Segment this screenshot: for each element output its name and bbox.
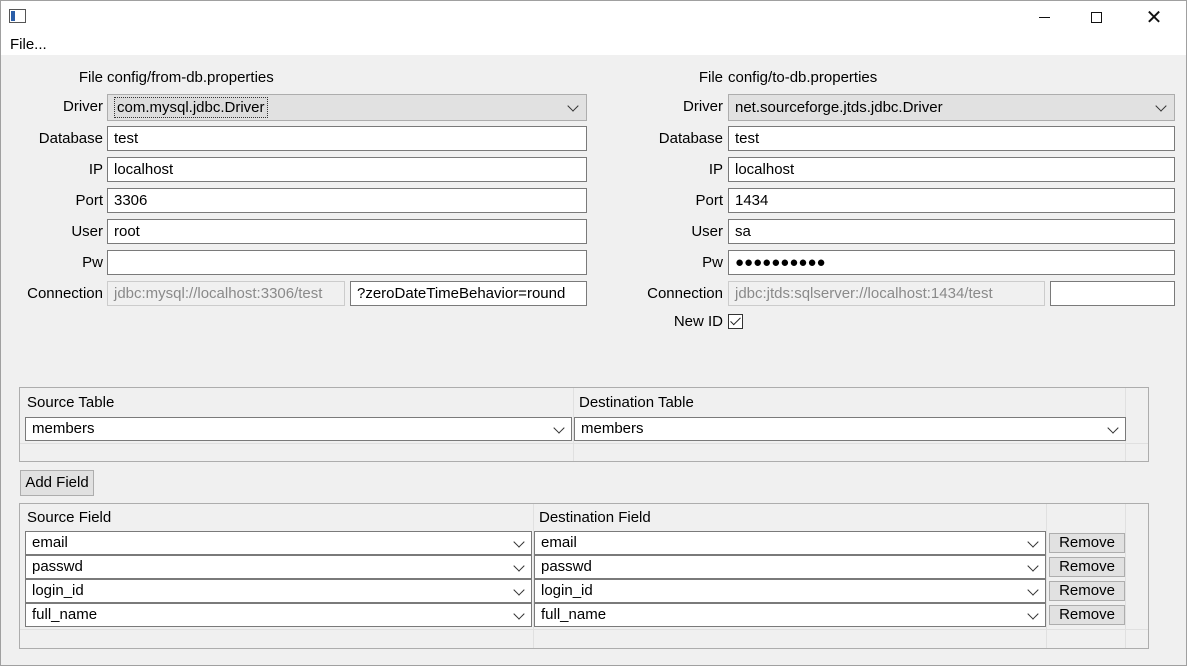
source-field-header: Source Field: [27, 509, 112, 526]
source-table-value: members: [32, 420, 95, 437]
chevron-down-icon: [1107, 422, 1119, 434]
grid-line: [20, 443, 1148, 444]
from-file-label: File: [78, 69, 103, 86]
window-icon: [9, 9, 26, 23]
add-field-button[interactable]: Add Field: [20, 470, 94, 496]
destination-field-value: login_id: [541, 582, 593, 599]
chevron-down-icon: [1027, 608, 1039, 620]
minimize-button[interactable]: [1021, 1, 1067, 33]
chevron-down-icon: [1027, 560, 1039, 572]
minimize-icon: [1038, 16, 1050, 18]
from-pw-input[interactable]: [107, 250, 587, 275]
to-file-label: File: [698, 69, 723, 86]
maximize-icon: [1090, 11, 1102, 23]
from-user-input[interactable]: root: [107, 219, 587, 244]
to-user-label: User: [691, 223, 723, 240]
destination-table-select[interactable]: members: [574, 417, 1126, 441]
source-table-header: Source Table: [27, 394, 115, 411]
from-database-input[interactable]: test: [107, 126, 587, 151]
menu-bar: File...: [1, 33, 1186, 55]
chevron-down-icon: [513, 560, 525, 572]
destination-field-value: full_name: [541, 606, 607, 623]
close-button[interactable]: ✕: [1131, 1, 1177, 33]
grid-line: [1046, 504, 1047, 648]
from-database-label: Database: [38, 130, 103, 147]
destination-table-value: members: [581, 420, 644, 437]
source-field-select[interactable]: passwd: [25, 555, 532, 579]
to-port-input[interactable]: 1434: [728, 188, 1175, 213]
chevron-down-icon: [567, 100, 579, 112]
chevron-down-icon: [1027, 584, 1039, 596]
to-driver-label: Driver: [683, 98, 723, 115]
remove-button[interactable]: Remove: [1049, 557, 1125, 577]
destination-field-select[interactable]: passwd: [534, 555, 1046, 579]
source-field-select[interactable]: login_id: [25, 579, 532, 603]
from-driver-value: com.mysql.jdbc.Driver: [114, 97, 268, 118]
to-ip-input[interactable]: localhost: [728, 157, 1175, 182]
remove-button[interactable]: Remove: [1049, 581, 1125, 601]
grid-line: [20, 629, 1148, 630]
to-file-value: config/to-db.properties: [728, 69, 878, 86]
source-field-value: passwd: [32, 558, 83, 575]
source-field-value: full_name: [32, 606, 98, 623]
to-pw-label: Pw: [702, 254, 723, 271]
to-driver-select[interactable]: net.sourceforge.jtds.jdbc.Driver: [728, 94, 1175, 121]
new-id-label: New ID: [673, 313, 723, 330]
menu-file[interactable]: File...: [10, 36, 47, 53]
to-connection-url: jdbc:jtds:sqlserver://localhost:1434/tes…: [728, 281, 1045, 306]
to-port-label: Port: [695, 192, 723, 209]
destination-field-value: passwd: [541, 558, 592, 575]
to-pw-input[interactable]: ●●●●●●●●●●: [728, 250, 1175, 275]
source-field-value: login_id: [32, 582, 84, 599]
close-icon: ✕: [1145, 5, 1163, 29]
to-driver-value: net.sourceforge.jtds.jdbc.Driver: [735, 99, 943, 116]
from-connection-params-input[interactable]: ?zeroDateTimeBehavior=round: [350, 281, 587, 306]
destination-field-header: Destination Field: [539, 509, 651, 526]
destination-field-value: email: [541, 534, 577, 551]
chevron-down-icon: [513, 584, 525, 596]
from-ip-label: IP: [88, 161, 103, 178]
source-field-select[interactable]: email: [25, 531, 532, 555]
new-id-checkbox[interactable]: [728, 314, 743, 329]
from-driver-label: Driver: [63, 98, 103, 115]
chevron-down-icon: [1155, 100, 1167, 112]
from-user-label: User: [71, 223, 103, 240]
source-table-select[interactable]: members: [25, 417, 572, 441]
title-bar: ✕: [1, 1, 1186, 33]
to-user-input[interactable]: sa: [728, 219, 1175, 244]
table-mapping-panel: Source Table Destination Table members m…: [19, 387, 1149, 462]
destination-field-select[interactable]: full_name: [534, 603, 1046, 627]
to-ip-label: IP: [708, 161, 723, 178]
remove-button[interactable]: Remove: [1049, 533, 1125, 553]
maximize-button[interactable]: [1073, 1, 1119, 33]
from-driver-select[interactable]: com.mysql.jdbc.Driver: [107, 94, 587, 121]
from-port-label: Port: [75, 192, 103, 209]
source-field-select[interactable]: full_name: [25, 603, 532, 627]
from-pw-label: Pw: [82, 254, 103, 271]
chevron-down-icon: [1027, 536, 1039, 548]
remove-button[interactable]: Remove: [1049, 605, 1125, 625]
source-field-value: email: [32, 534, 68, 551]
from-ip-input[interactable]: localhost: [107, 157, 587, 182]
from-file-value: config/from-db.properties: [107, 69, 274, 86]
grid-line: [1125, 504, 1126, 648]
to-database-input[interactable]: test: [728, 126, 1175, 151]
to-connection-params-input[interactable]: [1050, 281, 1175, 306]
destination-field-select[interactable]: login_id: [534, 579, 1046, 603]
destination-field-select[interactable]: email: [534, 531, 1046, 555]
to-connection-label: Connection: [647, 285, 723, 302]
from-connection-url: jdbc:mysql://localhost:3306/test: [107, 281, 345, 306]
field-mapping-panel: Source Field Destination Field email ema…: [19, 503, 1149, 649]
chevron-down-icon: [553, 422, 565, 434]
from-connection-label: Connection: [27, 285, 103, 302]
app-window: ✕ File... File config/from-db.properties…: [0, 0, 1187, 666]
destination-table-header: Destination Table: [579, 394, 694, 411]
from-port-input[interactable]: 3306: [107, 188, 587, 213]
chevron-down-icon: [513, 536, 525, 548]
chevron-down-icon: [513, 608, 525, 620]
to-database-label: Database: [658, 130, 723, 147]
